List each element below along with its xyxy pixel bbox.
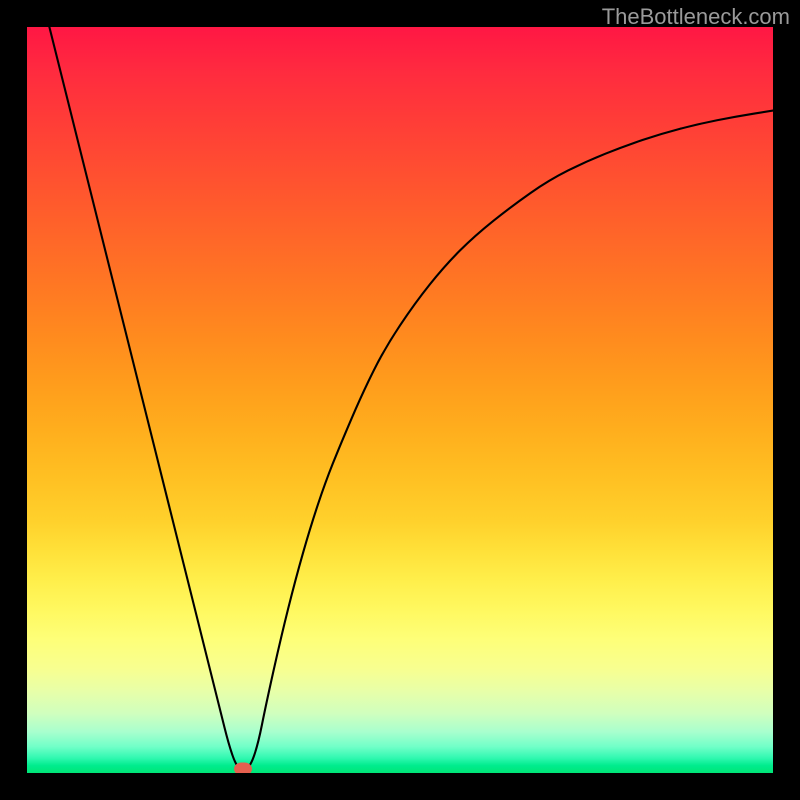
watermark-text: TheBottleneck.com [602,4,790,30]
chart-frame: TheBottleneck.com [0,0,800,800]
optimal-point-marker [234,763,252,773]
curve-svg [27,27,773,773]
plot-area [27,27,773,773]
bottleneck-curve [27,27,773,769]
